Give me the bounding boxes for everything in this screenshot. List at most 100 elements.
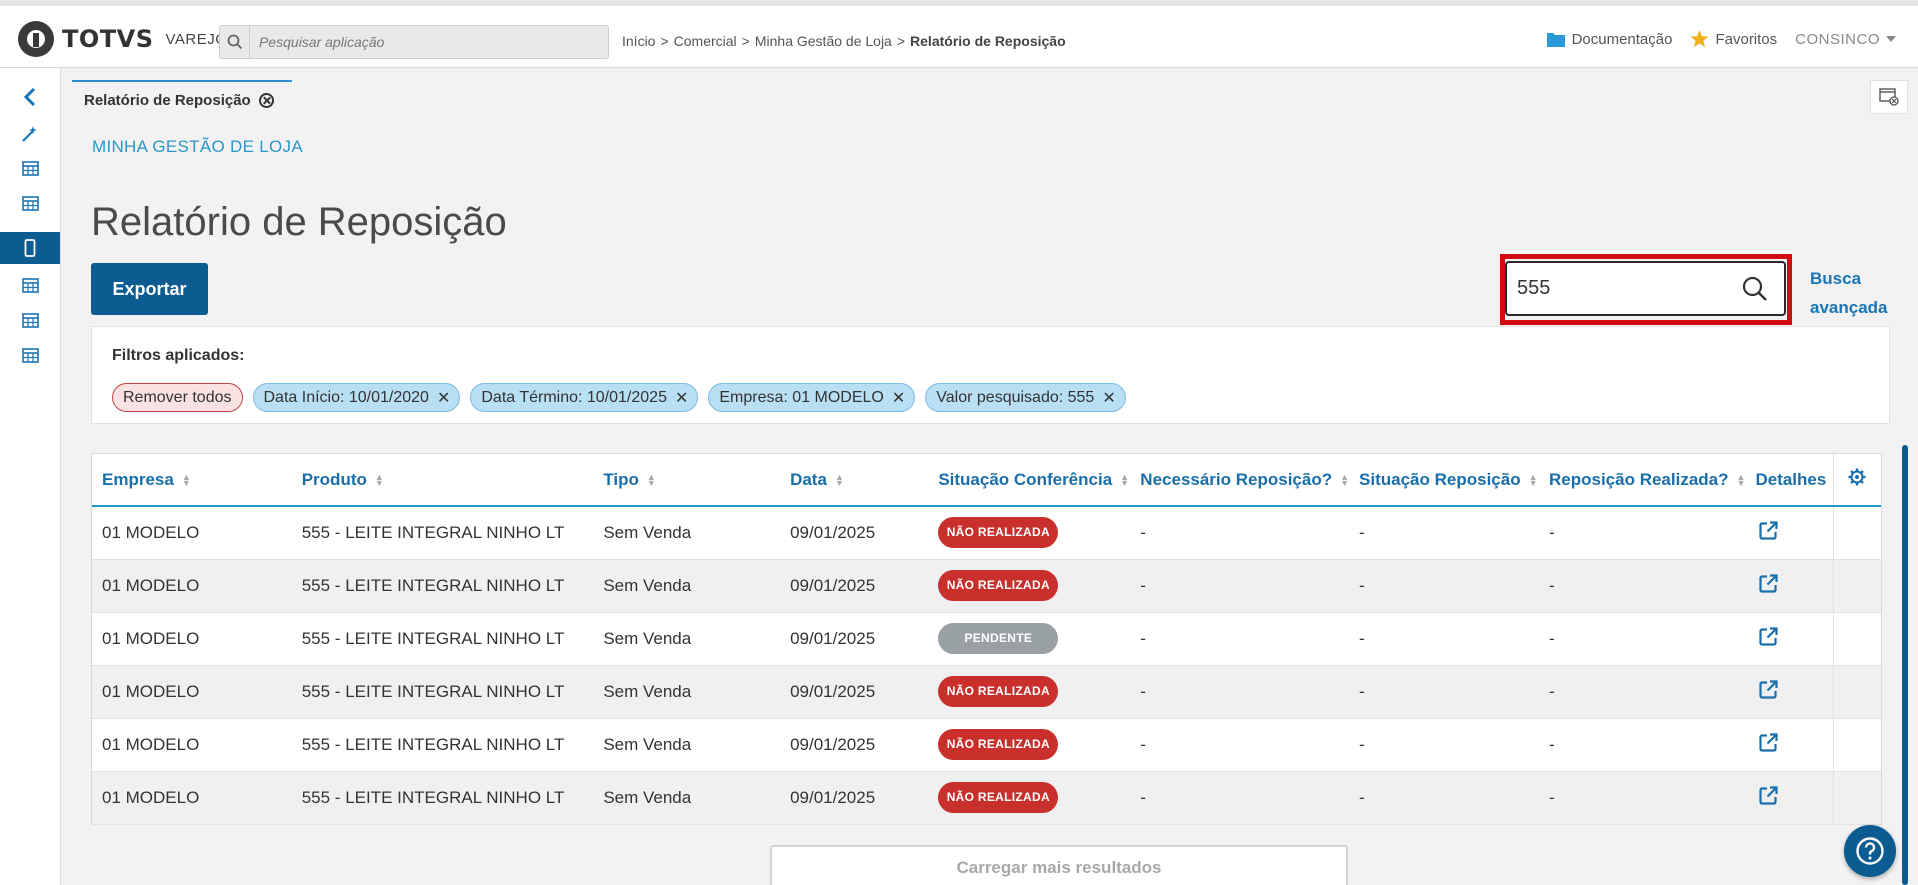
- table-row[interactable]: 01 MODELO 555 - LEITE INTEGRAL NINHO LT Se…: [92, 771, 1881, 824]
- cell-necessario-reposicao: -: [1140, 628, 1146, 648]
- column-header-tipo[interactable]: Tipo ▲ ▼: [593, 454, 780, 506]
- column-header-produto[interactable]: Produto ▲ ▼: [292, 454, 594, 506]
- cell-reposicao-realizada: -: [1549, 681, 1555, 701]
- cell-empty: [1832, 771, 1881, 824]
- cell-reposicao-realizada: -: [1549, 787, 1555, 807]
- load-more-button[interactable]: Carregar mais resultados: [770, 845, 1348, 885]
- filters-label: Filtros aplicados:: [112, 347, 245, 364]
- cell-empresa: 01 MODELO: [102, 787, 200, 807]
- table-row[interactable]: 01 MODELO 555 - LEITE INTEGRAL NINHO LT Se…: [92, 612, 1881, 665]
- sort-icon: ▲ ▼: [646, 472, 656, 489]
- report-search-input[interactable]: [1507, 277, 1727, 300]
- filter-chip-company: Empresa: 01 MODELO ✕: [708, 383, 916, 412]
- tab-relatorio-reposicao[interactable]: Relatório de Reposição: [72, 80, 292, 118]
- table-row[interactable]: 01 MODELO 555 - LEITE INTEGRAL NINHO LT Se…: [92, 559, 1881, 612]
- table-icon: [21, 195, 39, 211]
- cell-produto: 555 - LEITE INTEGRAL NINHO LT: [301, 628, 565, 648]
- table-row[interactable]: 01 MODELO 555 - LEITE INTEGRAL NINHO LT Se…: [92, 506, 1881, 559]
- status-badge: NÃO REALIZADA: [938, 676, 1059, 707]
- open-details-icon[interactable]: [1759, 732, 1779, 756]
- cell-tipo: Sem Venda: [603, 522, 692, 542]
- star-icon: [1690, 30, 1710, 48]
- close-tab-icon[interactable]: [258, 92, 274, 108]
- help-button[interactable]: [1844, 825, 1896, 877]
- sidebar-item-tools[interactable]: [0, 118, 60, 150]
- table-row[interactable]: 01 MODELO 555 - LEITE INTEGRAL NINHO LT Se…: [92, 665, 1881, 718]
- cell-data: 09/01/2025: [790, 575, 876, 595]
- results-table: Empresa ▲ ▼ Produto ▲ ▼ Tipo ▲ ▼ Data ▲ ▼ Situaç…: [91, 453, 1882, 825]
- status-badge: NÃO REALIZADA: [938, 729, 1059, 760]
- cell-produto: 555 - LEITE INTEGRAL NINHO LT: [301, 734, 565, 754]
- top-right-menu: Documentação Favoritos CONSINCO: [1546, 30, 1896, 48]
- remove-all-filters-button[interactable]: Remover todos: [112, 383, 243, 412]
- open-details-icon[interactable]: [1759, 785, 1779, 809]
- cell-empty: [1832, 559, 1881, 612]
- cell-situacao-conferencia: NÃO REALIZADA: [928, 559, 1130, 612]
- column-header-data[interactable]: Data ▲ ▼: [780, 454, 928, 506]
- totvs-logo[interactable]: TOTVS VAREJO: [18, 20, 227, 58]
- filter-chip-end-date: Data Término: 10/01/2025 ✕: [470, 383, 699, 412]
- open-details-icon[interactable]: [1759, 573, 1779, 597]
- remove-filter-icon[interactable]: ✕: [1102, 388, 1115, 408]
- cell-situacao-conferencia: NÃO REALIZADA: [928, 718, 1130, 771]
- app-search[interactable]: [219, 25, 609, 59]
- sidebar-item-mobile[interactable]: [0, 232, 60, 264]
- window-close-icon: [1879, 88, 1899, 106]
- open-details-icon[interactable]: [1759, 679, 1779, 703]
- breadcrumb-item-comercial[interactable]: Comercial: [674, 33, 737, 49]
- column-settings-button[interactable]: [1832, 454, 1881, 506]
- sort-icon: ▲ ▼: [1120, 472, 1130, 489]
- advanced-search-link[interactable]: Busca avançada: [1810, 264, 1890, 322]
- table-row[interactable]: 01 MODELO 555 - LEITE INTEGRAL NINHO LT Se…: [92, 718, 1881, 771]
- column-header-reposicao-realizada[interactable]: Reposição Realizada? ▲ ▼: [1539, 454, 1745, 506]
- cell-produto: 555 - LEITE INTEGRAL NINHO LT: [301, 575, 565, 595]
- sort-icon: ▲ ▼: [374, 472, 384, 489]
- chevron-left-icon: [23, 87, 36, 107]
- cell-situacao-reposicao: -: [1359, 575, 1365, 595]
- breadcrumb-current: Relatório de Reposição: [910, 33, 1066, 49]
- cell-tipo: Sem Venda: [603, 787, 692, 807]
- sidebar-collapse-button[interactable]: [0, 81, 60, 113]
- report-search[interactable]: [1505, 261, 1786, 316]
- filter-chip-search-value: Valor pesquisado: 555 ✕: [925, 383, 1126, 412]
- applied-filters-panel: Filtros aplicados: Remover todos Data In…: [91, 326, 1890, 424]
- sort-icon: ▲ ▼: [834, 472, 844, 489]
- cell-tipo: Sem Venda: [603, 628, 692, 648]
- cell-data: 09/01/2025: [790, 522, 876, 542]
- tab-manager-button[interactable]: [1870, 80, 1908, 114]
- cell-tipo: Sem Venda: [603, 681, 692, 701]
- search-icon: [220, 26, 250, 58]
- breadcrumb-item-inicio[interactable]: Início: [622, 33, 655, 49]
- cell-empty: [1832, 718, 1881, 771]
- sidebar-item-report-3[interactable]: [0, 269, 60, 301]
- page-scrollbar[interactable]: [1902, 445, 1908, 885]
- search-icon[interactable]: [1742, 276, 1768, 307]
- column-header-situacao-reposicao[interactable]: Situação Reposição ▲ ▼: [1349, 454, 1539, 506]
- breadcrumb-item-minha-gestao[interactable]: Minha Gestão de Loja: [755, 33, 892, 49]
- filter-chips: Remover todos Data Início: 10/01/2020 ✕ …: [112, 383, 1126, 412]
- sidebar-item-report-2[interactable]: [0, 187, 60, 219]
- open-details-icon[interactable]: [1759, 626, 1779, 650]
- breadcrumb-separator: >: [660, 33, 669, 49]
- app-search-input[interactable]: [250, 34, 590, 50]
- remove-filter-icon[interactable]: ✕: [675, 388, 688, 408]
- column-header-empresa[interactable]: Empresa ▲ ▼: [92, 454, 292, 506]
- documentation-link[interactable]: Documentação: [1546, 31, 1672, 48]
- sidebar-item-report-5[interactable]: [0, 339, 60, 371]
- column-header-necessario-reposicao[interactable]: Necessário Reposição? ▲ ▼: [1130, 454, 1349, 506]
- remove-filter-icon[interactable]: ✕: [437, 388, 450, 408]
- export-button[interactable]: Exportar: [91, 263, 208, 315]
- cell-detalhes: [1745, 559, 1833, 612]
- column-header-situacao-conferencia[interactable]: Situação Conferência ▲ ▼: [928, 454, 1130, 506]
- page-title: Relatório de Reposição: [91, 200, 507, 244]
- open-details-icon[interactable]: [1759, 521, 1779, 544]
- user-menu[interactable]: CONSINCO: [1795, 31, 1896, 48]
- filter-chip-label: Data Término: 10/01/2025: [481, 388, 667, 406]
- remove-filter-icon[interactable]: ✕: [892, 388, 905, 408]
- sidebar-item-report-4[interactable]: [0, 304, 60, 336]
- cell-situacao-reposicao: -: [1359, 628, 1365, 648]
- sidebar-item-report-1[interactable]: [0, 152, 60, 184]
- cell-detalhes: [1745, 718, 1833, 771]
- favorites-link[interactable]: Favoritos: [1690, 30, 1777, 48]
- cell-detalhes: [1745, 771, 1833, 824]
